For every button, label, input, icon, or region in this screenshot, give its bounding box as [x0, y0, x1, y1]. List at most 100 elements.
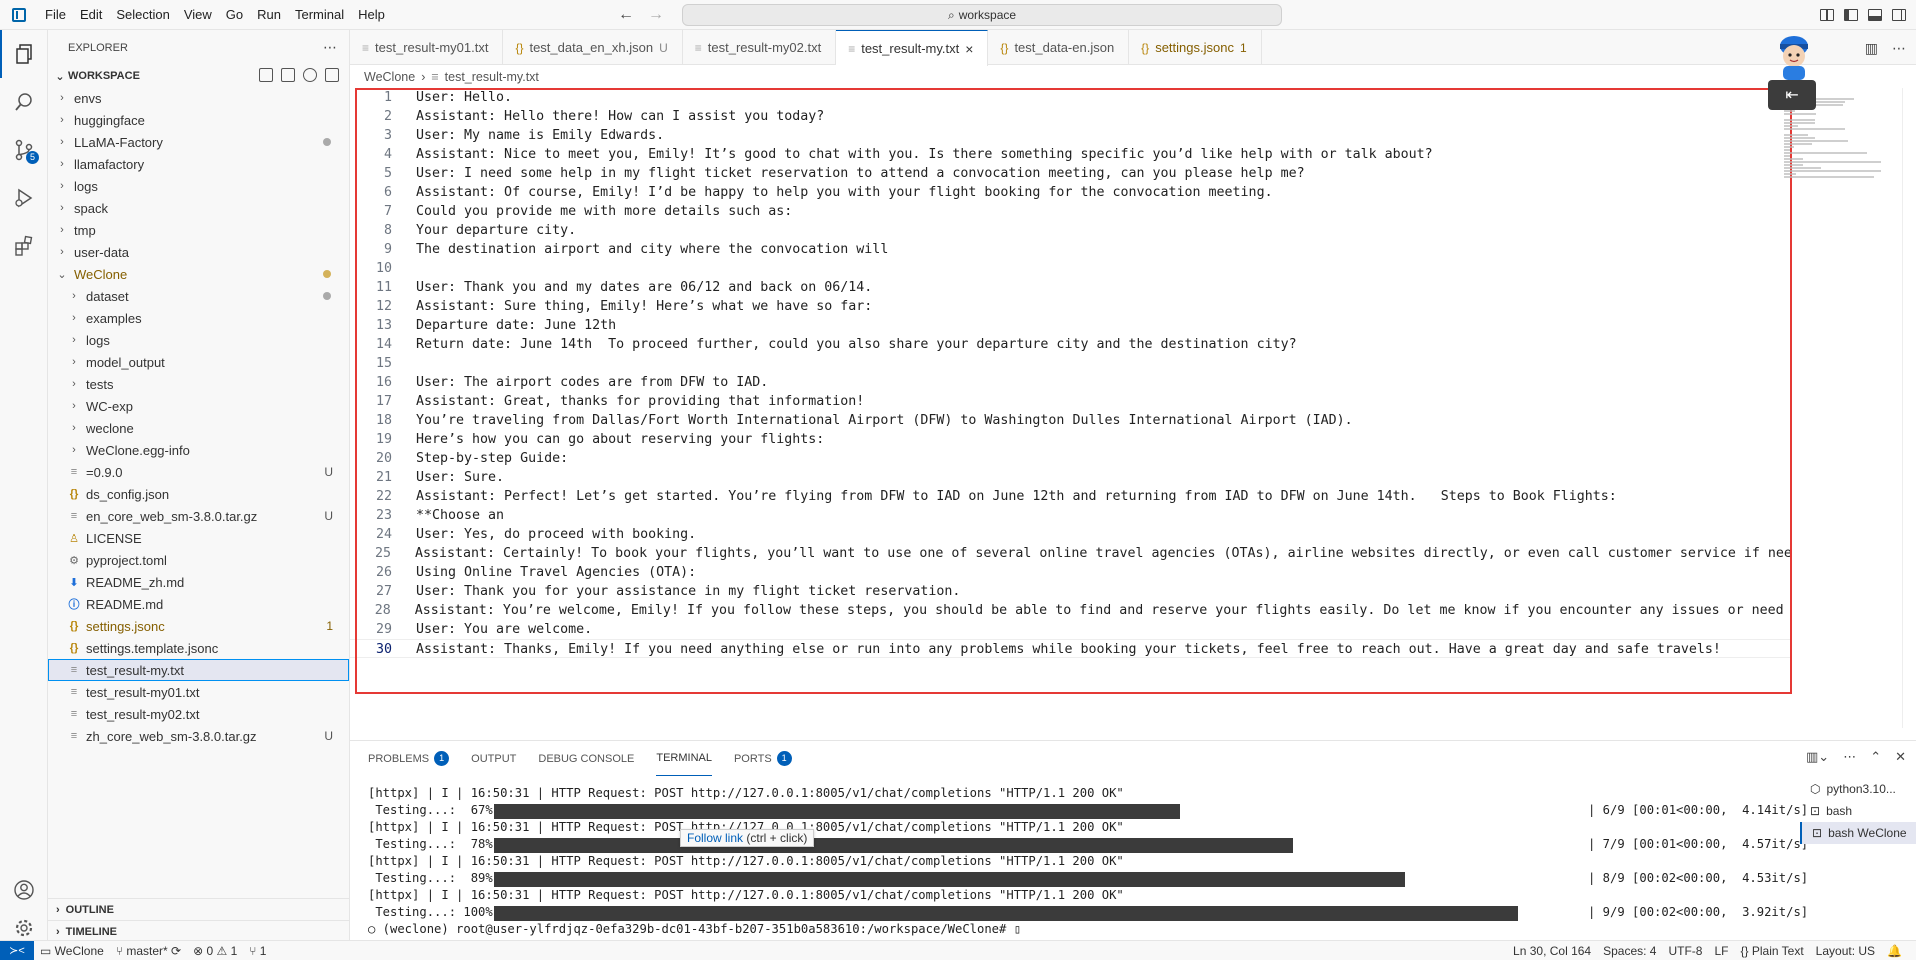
tree-item[interactable]: {} ds_config.json	[48, 483, 349, 505]
tree-item[interactable]: › weclone	[48, 417, 349, 439]
panel-tab-terminal[interactable]: TERMINAL	[656, 741, 712, 776]
tree-item[interactable]: › user-data	[48, 241, 349, 263]
more-actions-icon[interactable]: ⋯	[323, 39, 337, 56]
explorer-icon[interactable]	[0, 30, 48, 78]
more-actions-icon[interactable]: ⋯	[1892, 40, 1906, 57]
workspace-header[interactable]: ⌄ WORKSPACE	[48, 65, 349, 87]
split-editor-icon[interactable]: ▥	[1865, 40, 1878, 57]
status-problems[interactable]: ⊗ 0 ⚠ 1	[187, 944, 243, 958]
breadcrumb-file[interactable]: test_result-my.txt	[445, 70, 539, 84]
tree-item[interactable]: ♙ LICENSE	[48, 527, 349, 549]
editor-tab[interactable]: {} settings.jsonc 1	[1129, 30, 1262, 65]
follow-link-text[interactable]: Follow link	[687, 831, 743, 845]
status-eol[interactable]: LF	[1708, 944, 1734, 958]
status-folder[interactable]: ▭ WeClone	[34, 944, 110, 958]
menu-file[interactable]: File	[38, 0, 73, 30]
panel-tab-output[interactable]: OUTPUT	[471, 741, 516, 776]
tree-item[interactable]: {} settings.template.jsonc	[48, 637, 349, 659]
outline-section[interactable]: › OUTLINE	[48, 898, 350, 920]
terminal-instance[interactable]: ⬡ python3.10...	[1800, 778, 1916, 800]
status-encoding[interactable]: UTF-8	[1662, 944, 1708, 958]
tree-item[interactable]: ≡ zh_core_web_sm-3.8.0.tar.gz U	[48, 725, 349, 747]
new-folder-icon[interactable]	[281, 68, 295, 82]
panel-tab-ports[interactable]: PORTS 1	[734, 741, 792, 776]
editor-tab[interactable]: ≡ test_result-my02.txt	[683, 30, 837, 65]
tree-item[interactable]: ⚙ pyproject.toml	[48, 549, 349, 571]
editor-scrollbar[interactable]	[1902, 88, 1916, 728]
toggle-panel-icon[interactable]	[1868, 9, 1882, 21]
source-control-icon[interactable]: 5	[0, 126, 48, 174]
breadcrumb-folder[interactable]: WeClone	[364, 70, 415, 84]
tree-item[interactable]: › examples	[48, 307, 349, 329]
editor-tab[interactable]: ≡ test_result-my.txt ×	[836, 30, 989, 66]
tree-item[interactable]: ≡ test_result-my01.txt	[48, 681, 349, 703]
panel-tab-debug-console[interactable]: DEBUG CONSOLE	[538, 741, 634, 776]
remote-indicator-icon[interactable]: ≻<	[0, 940, 34, 960]
close-tab-icon[interactable]: ×	[965, 41, 973, 57]
close-panel-icon[interactable]: ✕	[1895, 749, 1906, 765]
panel-tab-problems[interactable]: PROBLEMS 1	[368, 741, 450, 776]
tree-item[interactable]: ≡ test_result-my.txt	[48, 659, 349, 681]
status-indentation[interactable]: Spaces: 4	[1597, 944, 1662, 958]
more-actions-icon[interactable]: ⋯	[1843, 749, 1856, 765]
status-cursor-position[interactable]: Ln 30, Col 164	[1507, 944, 1597, 958]
notifications-bell-icon[interactable]: 🔔	[1881, 944, 1908, 958]
refresh-icon[interactable]	[303, 68, 317, 82]
tree-item[interactable]: › llamafactory	[48, 153, 349, 175]
tree-item[interactable]: › logs	[48, 329, 349, 351]
status-ports[interactable]: ⑂ 1	[243, 944, 272, 958]
extensions-icon[interactable]	[0, 222, 48, 270]
tree-item[interactable]: › logs	[48, 175, 349, 197]
tree-item[interactable]: › WeClone.egg-info	[48, 439, 349, 461]
editor-tab[interactable]: {} test_data-en.json	[988, 30, 1130, 65]
editor-tab[interactable]: {} test_data_en_xh.json U	[503, 30, 683, 65]
code-editor[interactable]: 1 User: Hello. 2 Assistant: Hello there! Ho…	[350, 88, 1790, 728]
run-debug-icon[interactable]	[0, 174, 48, 222]
customize-layout-icon[interactable]	[1820, 9, 1834, 21]
forward-arrow-icon[interactable]: →	[648, 6, 664, 24]
tree-item[interactable]: › model_output	[48, 351, 349, 373]
tree-item[interactable]: ≡ test_result-my02.txt	[48, 703, 349, 725]
tree-item[interactable]: › WC-exp	[48, 395, 349, 417]
tree-item[interactable]: ⓘ README.md	[48, 593, 349, 615]
split-terminal-icon[interactable]: ▥⌄	[1806, 749, 1829, 765]
terminal-instance[interactable]: ⊡ bash WeClone	[1800, 822, 1916, 844]
tree-item[interactable]: › spack	[48, 197, 349, 219]
menu-help[interactable]: Help	[351, 0, 392, 30]
menu-run[interactable]: Run	[250, 0, 288, 30]
toggle-secondary-sidebar-icon[interactable]	[1892, 9, 1906, 21]
mascot-avatar-icon[interactable]	[1770, 32, 1818, 82]
exit-chat-icon[interactable]: ⇤	[1768, 80, 1816, 110]
tree-item[interactable]: › tests	[48, 373, 349, 395]
menu-edit[interactable]: Edit	[73, 0, 109, 30]
manage-gear-icon[interactable]	[0, 914, 48, 942]
tree-item[interactable]: › dataset	[48, 285, 349, 307]
status-branch[interactable]: ⑂ master* ⟳	[110, 944, 187, 958]
tree-item[interactable]: › LLaMA-Factory	[48, 131, 349, 153]
new-file-icon[interactable]	[259, 68, 273, 82]
terminal-output[interactable]: [httpx] | I | 16:50:31 | HTTP Request: P…	[368, 785, 1808, 938]
tree-item[interactable]: › huggingface	[48, 109, 349, 131]
maximize-panel-icon[interactable]: ⌃	[1870, 749, 1881, 765]
status-language[interactable]: {} Plain Text	[1735, 944, 1810, 958]
minimap[interactable]	[1784, 88, 1904, 728]
tree-item[interactable]: ≡ =0.9.0 U	[48, 461, 349, 483]
menu-go[interactable]: Go	[219, 0, 250, 30]
tree-item[interactable]: › tmp	[48, 219, 349, 241]
menu-view[interactable]: View	[177, 0, 219, 30]
timeline-section[interactable]: › TIMELINE	[48, 920, 350, 942]
back-arrow-icon[interactable]: ←	[618, 6, 634, 24]
collapse-all-icon[interactable]	[325, 68, 339, 82]
status-keyboard-layout[interactable]: Layout: US	[1810, 944, 1881, 958]
command-center-search[interactable]: ⌕ workspace	[682, 4, 1282, 26]
accounts-icon[interactable]	[0, 866, 48, 914]
menu-selection[interactable]: Selection	[109, 0, 176, 30]
editor-tab[interactable]: ≡ test_result-my01.txt	[350, 30, 504, 65]
tree-item[interactable]: ⬇ README_zh.md	[48, 571, 349, 593]
tree-item[interactable]: ≡ en_core_web_sm-3.8.0.tar.gz U	[48, 505, 349, 527]
menu-terminal[interactable]: Terminal	[288, 0, 351, 30]
tree-item[interactable]: ⌄ WeClone	[48, 263, 349, 285]
terminal-instance[interactable]: ⊡ bash	[1800, 800, 1916, 822]
tree-item[interactable]: › envs	[48, 87, 349, 109]
search-view-icon[interactable]	[0, 78, 48, 126]
